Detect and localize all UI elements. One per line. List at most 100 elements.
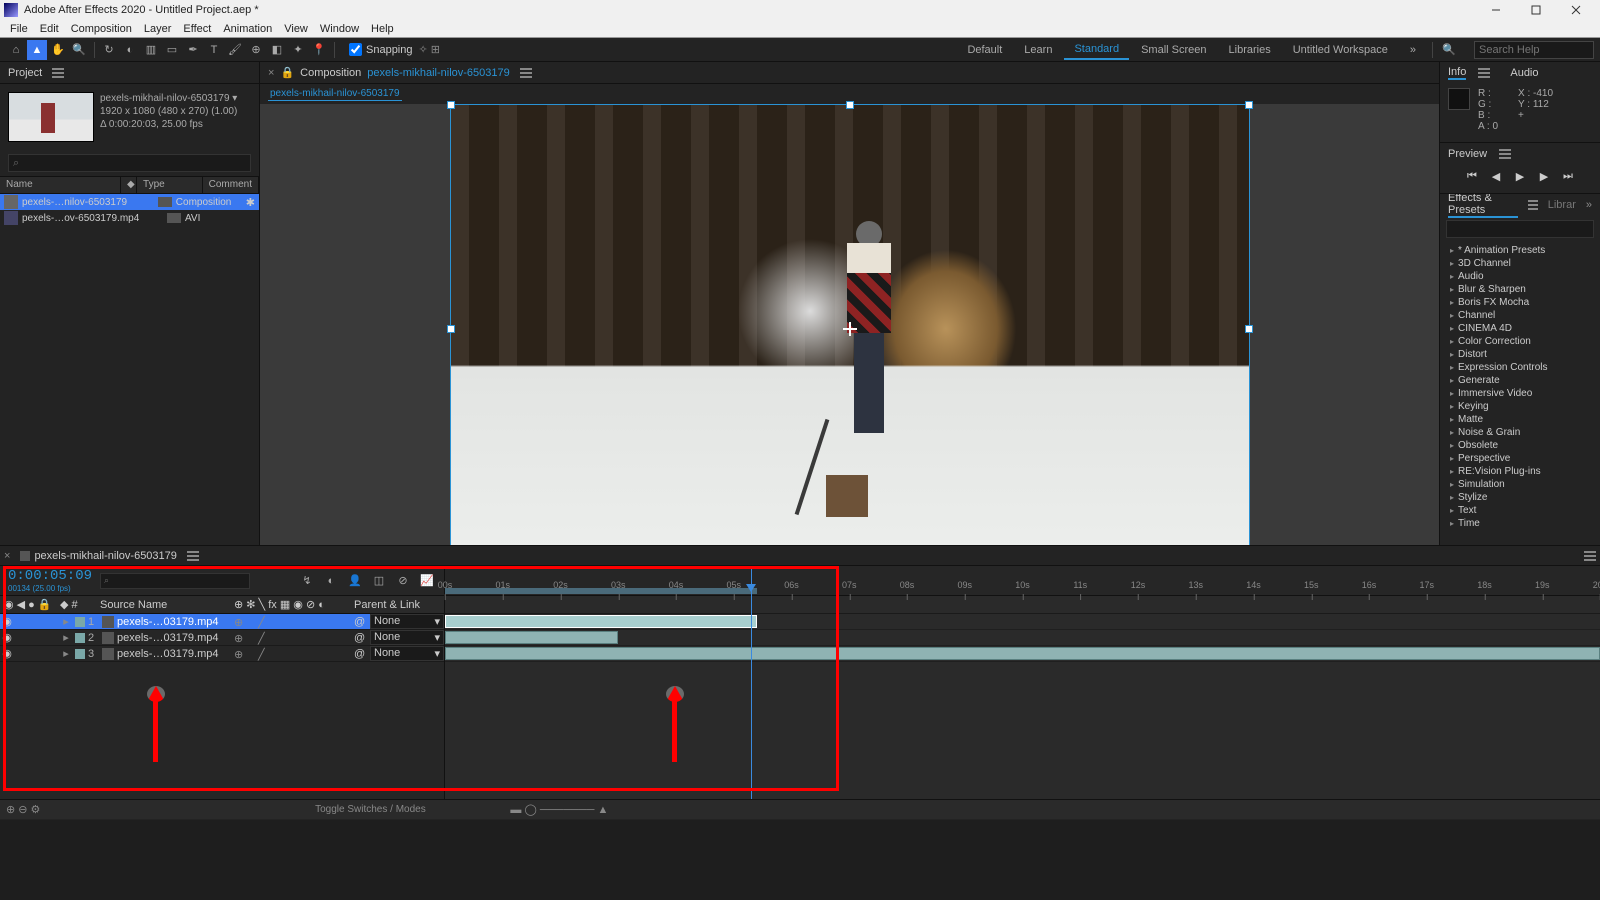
puppet-tool[interactable]: 📍 (309, 40, 329, 60)
layer-row[interactable]: ◉▸1pexels-…03179.mp4⊕╱@None▾ (0, 614, 444, 630)
pan-behind-tool[interactable]: ▥ (141, 40, 161, 60)
ws-standard[interactable]: Standard (1064, 40, 1129, 60)
effects-category[interactable]: Matte (1440, 413, 1600, 426)
next-frame-button[interactable]: ▶ (1535, 169, 1553, 183)
effects-category[interactable]: Noise & Grain (1440, 426, 1600, 439)
visibility-toggle[interactable]: ◉ (0, 647, 14, 660)
audio-tab[interactable]: Audio (1510, 67, 1538, 79)
lock-icon[interactable]: 🔒 (280, 66, 294, 79)
menu-animation[interactable]: Animation (217, 23, 278, 35)
panel-menu-icon[interactable] (1584, 551, 1596, 561)
timeline-tab[interactable]: pexels-mikhail-nilov-6503179 (14, 548, 204, 564)
ws-untitled[interactable]: Untitled Workspace (1283, 41, 1398, 59)
menu-layer[interactable]: Layer (138, 23, 178, 35)
menu-help[interactable]: Help (365, 23, 400, 35)
comp-frame[interactable] (450, 104, 1250, 554)
effects-category[interactable]: Immersive Video (1440, 387, 1600, 400)
panel-menu-icon[interactable] (52, 68, 64, 78)
pickwhip-icon[interactable]: @ (354, 648, 366, 660)
graph-editor-icon[interactable]: 📈 (418, 573, 436, 589)
effects-category[interactable]: Channel (1440, 309, 1600, 322)
label-swatch[interactable] (75, 633, 85, 643)
composition-viewer[interactable] (260, 104, 1439, 554)
parent-dropdown[interactable]: None▾ (370, 630, 444, 645)
snapping-checkbox[interactable] (349, 43, 362, 56)
time-ruler[interactable]: 00s01s02s03s04s05s06s07s08s09s10s11s12s1… (445, 566, 1600, 596)
effects-category[interactable]: Color Correction (1440, 335, 1600, 348)
ws-overflow[interactable]: » (1400, 41, 1426, 59)
transform-handle[interactable] (1245, 325, 1253, 333)
effects-tab[interactable]: Effects & Presets (1448, 194, 1518, 218)
layer-row[interactable]: ◉▸2pexels-…03179.mp4⊕╱@None▾ (0, 630, 444, 646)
visibility-toggle[interactable]: ◉ (0, 631, 14, 644)
ws-learn[interactable]: Learn (1014, 41, 1062, 59)
pickwhip-icon[interactable]: @ (354, 632, 366, 644)
visibility-toggle[interactable]: ◉ (0, 615, 14, 628)
camera-tool[interactable]: ◐ (120, 40, 140, 60)
maximize-button[interactable] (1516, 1, 1556, 19)
switch[interactable]: ⊕ (234, 632, 244, 644)
effects-category[interactable]: * Animation Presets (1440, 244, 1600, 257)
label-swatch[interactable] (167, 213, 181, 223)
effects-category[interactable]: Time (1440, 517, 1600, 530)
col-comment[interactable]: Comment (203, 177, 259, 193)
snapping-toggle[interactable]: Snapping ✧ ⊞ (349, 43, 440, 56)
effects-category[interactable]: Audio (1440, 270, 1600, 283)
effects-category[interactable]: Generate (1440, 374, 1600, 387)
hand-tool[interactable]: ✋ (48, 40, 68, 60)
flowchart-tab[interactable]: pexels-mikhail-nilov-6503179 (268, 87, 402, 101)
track-row[interactable] (445, 614, 1600, 630)
last-frame-button[interactable]: ⏭ (1559, 169, 1577, 183)
col-type[interactable]: Type (137, 177, 203, 193)
ws-small-screen[interactable]: Small Screen (1131, 41, 1216, 59)
track-row[interactable] (445, 646, 1600, 662)
expand-icon[interactable]: ▸ (60, 631, 72, 644)
panel-menu-icon[interactable] (1499, 149, 1511, 159)
switch[interactable]: ╱ (258, 632, 268, 644)
parent-dropdown[interactable]: None▾ (370, 614, 444, 629)
effects-category[interactable]: Simulation (1440, 478, 1600, 491)
info-tab[interactable]: Info (1448, 66, 1466, 80)
frame-blend-icon[interactable]: ◫ (370, 573, 388, 589)
prev-frame-button[interactable]: ◀ (1487, 169, 1505, 183)
search-icon[interactable]: 🔍 (1439, 40, 1459, 60)
comp-mini-flowchart-icon[interactable]: ↯ (298, 573, 316, 589)
selection-tool[interactable]: ▲ (27, 40, 47, 60)
play-button[interactable]: ▶ (1511, 169, 1529, 183)
col-label[interactable]: ◆ (121, 177, 137, 193)
effects-category[interactable]: Blur & Sharpen (1440, 283, 1600, 296)
layer-row[interactable]: ◉▸3pexels-…03179.mp4⊕╱@None▾ (0, 646, 444, 662)
effects-category[interactable]: CINEMA 4D (1440, 322, 1600, 335)
effects-tree[interactable]: * Animation Presets3D ChannelAudioBlur &… (1440, 242, 1600, 574)
effects-category[interactable]: Keying (1440, 400, 1600, 413)
switch[interactable]: ╱ (258, 616, 268, 628)
menu-composition[interactable]: Composition (65, 23, 138, 35)
panel-menu-icon[interactable] (187, 551, 199, 561)
timeline-search[interactable]: ⌕ (100, 573, 250, 589)
text-tool[interactable]: T (204, 40, 224, 60)
timeline-track-area[interactable]: 00s01s02s03s04s05s06s07s08s09s10s11s12s1… (445, 566, 1600, 799)
panel-menu-icon[interactable] (1478, 68, 1490, 78)
home-tool[interactable]: ⌂ (6, 40, 26, 60)
close-tab-icon[interactable]: × (268, 67, 274, 79)
menu-window[interactable]: Window (314, 23, 365, 35)
rotate-tool[interactable]: ↻ (99, 40, 119, 60)
panel-menu-icon[interactable] (520, 68, 532, 78)
transform-handle[interactable] (846, 101, 854, 109)
label-swatch[interactable] (158, 197, 172, 207)
first-frame-button[interactable]: ⏮ (1463, 169, 1481, 183)
expand-icon[interactable]: ▸ (60, 647, 72, 660)
menu-edit[interactable]: Edit (34, 23, 65, 35)
overflow-icon[interactable]: » (1586, 199, 1592, 211)
clone-tool[interactable]: ⊕ (246, 40, 266, 60)
effects-category[interactable]: 3D Channel (1440, 257, 1600, 270)
effects-category[interactable]: Distort (1440, 348, 1600, 361)
current-timecode[interactable]: 0:00:05:09 (8, 568, 92, 584)
comp-tab-name[interactable]: pexels-mikhail-nilov-6503179 (367, 67, 509, 79)
parent-dropdown[interactable]: None▾ (370, 646, 444, 661)
search-help-box[interactable] (1474, 41, 1594, 59)
transform-handle[interactable] (1245, 101, 1253, 109)
effects-search[interactable] (1446, 220, 1594, 238)
effects-category[interactable]: Stylize (1440, 491, 1600, 504)
work-area-bar[interactable] (445, 588, 757, 594)
